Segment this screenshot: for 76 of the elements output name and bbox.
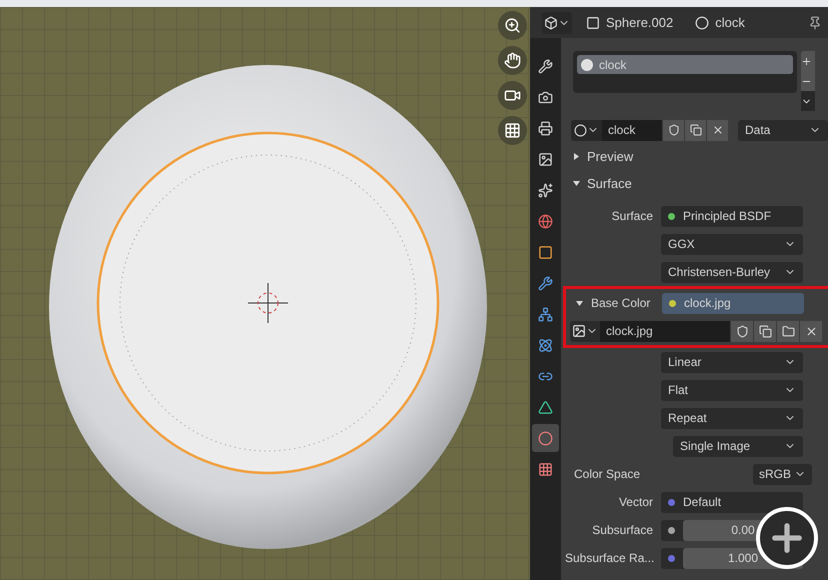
camera-view-button[interactable] <box>498 81 528 110</box>
dropdown[interactable]: Christensen-Burley <box>661 262 803 282</box>
viewport-background[interactable] <box>0 7 530 580</box>
panel-header[interactable]: Surface <box>561 170 828 197</box>
link-dropdown[interactable]: Data <box>738 120 828 140</box>
unlink-button[interactable] <box>799 320 822 342</box>
nodes-icon <box>538 306 554 322</box>
globe-icon <box>538 214 554 228</box>
dropdown[interactable]: Repeat <box>661 408 803 428</box>
dropdown[interactable]: sRGB <box>752 464 812 484</box>
fake-user-button[interactable] <box>730 320 753 342</box>
property-label: Color Space <box>573 466 642 483</box>
plus-icon <box>801 56 812 66</box>
material-name-field[interactable]: clock <box>602 120 662 140</box>
unlink-button[interactable] <box>706 120 728 140</box>
copy-icon <box>758 324 772 338</box>
dropdown[interactable]: Single Image <box>673 436 803 456</box>
open-folder-button[interactable] <box>776 320 799 342</box>
property-label: Base Color <box>591 295 650 312</box>
disclosure-triangle-icon[interactable] <box>576 300 583 306</box>
dropdown[interactable]: Linear <box>661 352 803 372</box>
property-label: Vector <box>618 494 654 511</box>
socket-field[interactable]: clock.jpg <box>662 292 804 314</box>
orbit-icon <box>538 338 554 352</box>
property-label: Surface <box>610 208 654 225</box>
socket-field[interactable]: Principled BSDF <box>661 206 803 226</box>
image-icon <box>538 152 554 166</box>
duplicate-button[interactable] <box>684 120 706 140</box>
zoom-button[interactable] <box>498 11 528 40</box>
panel-header[interactable]: Preview <box>561 143 828 170</box>
property-label: Subsurface Ra... <box>565 550 656 567</box>
add-slot-button[interactable] <box>801 51 815 71</box>
close-icon <box>712 124 724 136</box>
material-name: clock <box>715 14 745 32</box>
hand-icon <box>504 52 522 69</box>
sphere-icon <box>538 430 554 446</box>
disclosure-triangle-icon[interactable] <box>573 180 580 187</box>
camera-icon <box>538 90 554 104</box>
property-label: Subsurface <box>591 522 654 539</box>
triangle-icon <box>538 400 554 414</box>
properties-tab[interactable] <box>532 424 560 452</box>
copy-icon <box>690 124 702 136</box>
checker-icon <box>538 462 554 476</box>
fake-user-button[interactable] <box>662 120 684 140</box>
socket-field[interactable]: Default <box>661 492 803 512</box>
image-browse-button[interactable] <box>570 320 600 342</box>
pin-icon[interactable] <box>808 16 822 30</box>
wrench-icon <box>538 58 554 74</box>
sphere-icon <box>574 124 587 136</box>
object-icon <box>586 16 600 30</box>
square-icon <box>538 244 554 260</box>
material-slot[interactable]: clock <box>577 55 793 74</box>
shield-icon <box>736 324 748 338</box>
disclosure-triangle-icon[interactable] <box>573 153 580 160</box>
wrench-icon <box>538 276 554 290</box>
duplicate-button[interactable] <box>753 320 776 342</box>
remove-slot-button[interactable] <box>801 71 815 91</box>
editor-type-icon <box>544 16 558 30</box>
object-name: Sphere.002 <box>606 14 674 32</box>
shield-icon <box>668 124 680 136</box>
close-icon <box>804 324 818 338</box>
material-browse-button[interactable] <box>571 120 602 140</box>
image-icon <box>572 324 586 338</box>
printer-icon <box>538 120 554 136</box>
grid-icon <box>504 122 522 139</box>
sparkles-icon <box>538 182 554 198</box>
folder-icon <box>782 324 794 338</box>
material-icon <box>695 16 710 30</box>
editor-type-button[interactable] <box>542 12 572 34</box>
grid-view-button[interactable] <box>498 116 528 145</box>
slot-menu-button[interactable] <box>801 91 815 111</box>
dropdown[interactable]: Flat <box>661 380 803 400</box>
pan-button[interactable] <box>498 46 528 75</box>
zoom-icon <box>504 17 522 34</box>
dropdown[interactable]: GGX <box>661 234 803 254</box>
image-name-field[interactable]: clock.jpg <box>600 320 730 342</box>
